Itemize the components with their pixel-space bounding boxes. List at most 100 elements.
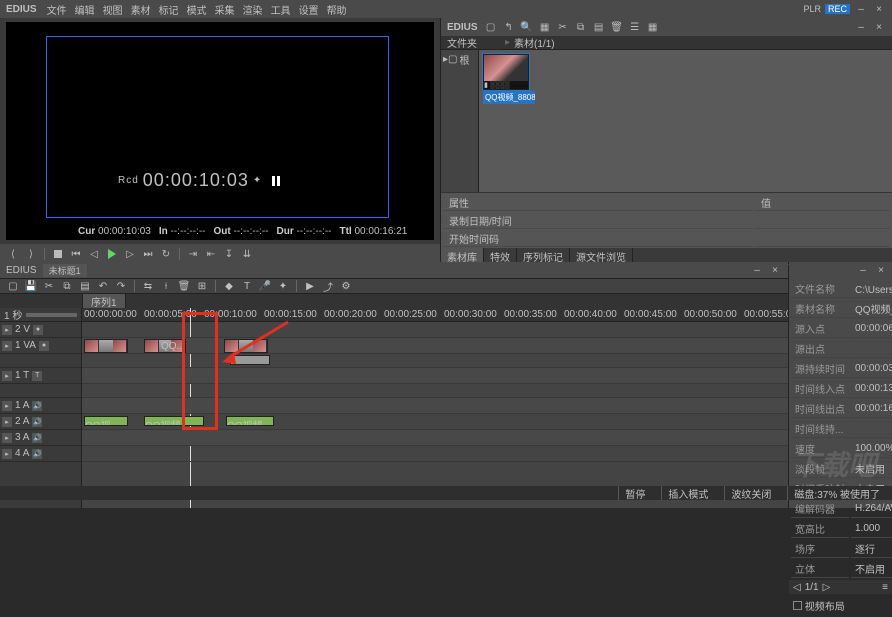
track-header-3a[interactable]: ▸3 A🔊 xyxy=(0,430,81,446)
pause-icon xyxy=(272,176,280,186)
menu-help[interactable]: 帮助 xyxy=(327,2,347,17)
info-page: 1/1 xyxy=(805,582,819,593)
menu-tools[interactable]: 工具 xyxy=(271,2,291,17)
title-icon[interactable]: T xyxy=(240,279,254,293)
bin-paste-icon[interactable]: ▤ xyxy=(592,20,606,34)
set-out-icon[interactable]: ⟩ xyxy=(24,247,38,261)
menu-file[interactable]: 文件 xyxy=(47,2,67,17)
timeline-tracks[interactable]: 00:00:00:00 00:00:05:00 00:00:10:00 00:0… xyxy=(82,308,788,508)
prev-frame-icon[interactable]: ◁ xyxy=(87,247,101,261)
menu-mode[interactable]: 模式 xyxy=(187,2,207,17)
timeline-audio-clip[interactable]: QQ视频_88... xyxy=(226,416,274,426)
cut-icon[interactable]: ✂ xyxy=(42,279,56,293)
mode-rec-label[interactable]: REC xyxy=(825,4,850,14)
zoom-slider[interactable] xyxy=(26,313,77,317)
audio-icon[interactable]: 🎤 xyxy=(258,279,272,293)
play-icon[interactable] xyxy=(105,247,119,261)
bin-delete-icon[interactable]: 🗑 xyxy=(610,20,624,34)
ripple-icon[interactable]: ⇆ xyxy=(141,279,155,293)
menu-edit[interactable]: 编辑 xyxy=(75,2,95,17)
mark-in-icon[interactable]: ⇥ xyxy=(186,247,200,261)
export-icon[interactable]: ⤴ xyxy=(321,279,335,293)
loop-icon[interactable]: ↻ xyxy=(159,247,173,261)
settings-icon[interactable]: ⚙ xyxy=(339,279,353,293)
stop-icon[interactable] xyxy=(51,247,65,261)
timeline-audio-clip[interactable]: QQ视频_888... xyxy=(144,416,204,426)
menu-capture[interactable]: 采集 xyxy=(215,2,235,17)
info-menu-icon[interactable]: ≡ xyxy=(882,582,888,593)
redo-icon[interactable]: ↷ xyxy=(114,279,128,293)
bin-up-icon[interactable]: ↰ xyxy=(502,20,516,34)
timeline-clip[interactable] xyxy=(224,339,268,353)
bin-view-icon[interactable]: ▦ xyxy=(646,20,660,34)
record-timecode: Rcd 00:00:10:03 ✦ xyxy=(118,170,280,191)
split-icon[interactable]: ⟊ xyxy=(159,279,173,293)
next-frame-icon[interactable]: ▷ xyxy=(123,247,137,261)
fx-icon[interactable]: ✦ xyxy=(276,279,290,293)
timeline-clip[interactable] xyxy=(84,339,128,353)
checkbox-icon[interactable] xyxy=(793,601,802,610)
track-3a xyxy=(82,430,788,446)
paste-icon[interactable]: ▤ xyxy=(78,279,92,293)
layout-tree[interactable]: 视频布局 xyxy=(789,594,892,617)
project-tab[interactable]: 未标题1 xyxy=(43,264,87,277)
render-icon[interactable]: ▶ xyxy=(303,279,317,293)
track-header-1va[interactable]: ▸1 VA● xyxy=(0,338,81,354)
tl-close-icon[interactable]: × xyxy=(768,264,782,276)
info-prev-icon[interactable]: ◁ xyxy=(793,582,801,593)
sequence-tab[interactable]: 序列1 xyxy=(82,293,126,310)
bin-cut-icon[interactable]: ✂ xyxy=(556,20,570,34)
bin-clip[interactable]: ▮ ░░░░ QQ视频_8808f8... xyxy=(483,54,535,104)
insert-icon[interactable]: ↧ xyxy=(222,247,236,261)
info-next-icon[interactable]: ▷ xyxy=(823,582,831,593)
menu-view[interactable]: 视图 xyxy=(103,2,123,17)
fast-fwd-icon[interactable]: ⏭ xyxy=(141,247,155,261)
menu-clip[interactable]: 素材 xyxy=(131,2,151,17)
menu-marker[interactable]: 标记 xyxy=(159,2,179,17)
track-2a: QQ视频... QQ视频_888... QQ视频_88... xyxy=(82,414,788,430)
timeline-clip-shadow[interactable] xyxy=(230,355,270,365)
timeline-audio-clip[interactable]: QQ视频... xyxy=(84,416,128,426)
bin-copy-icon[interactable]: ⧉ xyxy=(574,20,588,34)
menu-settings[interactable]: 设置 xyxy=(299,2,319,17)
bin-search-icon[interactable]: 🔍 xyxy=(520,20,534,34)
mode-plr-label[interactable]: PLR xyxy=(803,4,821,14)
delete-icon[interactable]: 🗑 xyxy=(177,279,191,293)
track-header-1a[interactable]: ▸1 A🔊 xyxy=(0,398,81,414)
timeline-clip[interactable]: QQ... xyxy=(144,339,186,353)
app-brand: EDIUS xyxy=(6,4,37,15)
copy-icon[interactable]: ⧉ xyxy=(60,279,74,293)
bin-new-icon[interactable]: ▦ xyxy=(538,20,552,34)
tab-source[interactable]: 源文件浏览 xyxy=(570,248,633,262)
bin-folder-icon[interactable]: ▢ xyxy=(484,20,498,34)
menu-render[interactable]: 渲染 xyxy=(243,2,263,17)
bin-close-icon[interactable]: × xyxy=(872,21,886,33)
new-seq-icon[interactable]: ▢ xyxy=(6,279,20,293)
marker-icon[interactable]: ◆ xyxy=(222,279,236,293)
status-pause: 暂停 xyxy=(618,486,651,501)
tl-minimize-icon[interactable]: ‒ xyxy=(750,264,764,276)
track-header-2a[interactable]: ▸2 A🔊 xyxy=(0,414,81,430)
track-header-2v[interactable]: ▸2 V● xyxy=(0,322,81,338)
set-in-icon[interactable]: ⟨ xyxy=(6,247,20,261)
rewind-icon[interactable]: ⏮ xyxy=(69,247,83,261)
status-disk: 磁盘:37% 被使用了 xyxy=(787,486,886,501)
save-icon[interactable]: 💾 xyxy=(24,279,38,293)
undo-icon[interactable]: ↶ xyxy=(96,279,110,293)
track-4a xyxy=(82,446,788,462)
mark-out-icon[interactable]: ⇤ xyxy=(204,247,218,261)
tab-markers[interactable]: 序列标记 xyxy=(517,248,570,262)
tab-effects[interactable]: 特效 xyxy=(484,248,517,262)
minimize-icon[interactable]: ‒ xyxy=(854,3,868,15)
bin-count: 素材(1/1) xyxy=(514,35,555,50)
bin-tree[interactable]: ▸▢根 xyxy=(441,50,479,192)
timeline-ruler[interactable]: 00:00:00:00 00:00:05:00 00:00:10:00 00:0… xyxy=(82,308,788,322)
track-header-4a[interactable]: ▸4 A🔊 xyxy=(0,446,81,462)
track-header-1t[interactable]: ▸1 TT xyxy=(0,368,81,384)
bin-props-icon[interactable]: ☰ xyxy=(628,20,642,34)
group-icon[interactable]: ⊞ xyxy=(195,279,209,293)
overwrite-icon[interactable]: ⇊ xyxy=(240,247,254,261)
close-icon[interactable]: × xyxy=(872,3,886,15)
bin-minimize-icon[interactable]: ‒ xyxy=(854,21,868,33)
tab-bin[interactable]: 素材库 xyxy=(441,248,484,262)
